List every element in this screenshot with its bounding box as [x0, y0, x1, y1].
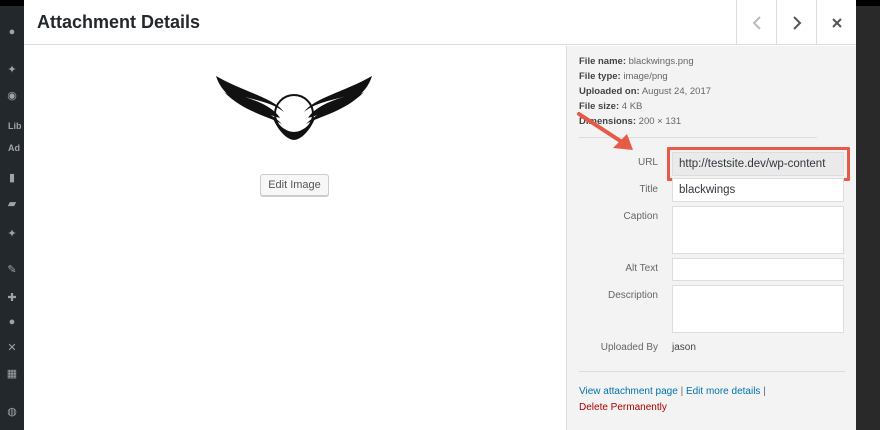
delete-permanently-link[interactable]: Delete Permanently: [579, 402, 667, 413]
overlay-right: [856, 6, 880, 430]
plugin-b-icon: ◍: [7, 406, 17, 418]
title-label: Title: [639, 184, 658, 195]
uploaded-by-value: jason: [672, 342, 696, 353]
pages-icon: ▮: [8, 172, 16, 184]
uploaded-on-value: August 24, 2017: [641, 86, 712, 97]
users-icon: ●: [8, 316, 16, 328]
plugins-icon: ✚: [7, 292, 17, 304]
view-attachment-link[interactable]: View attachment page: [579, 386, 678, 397]
caption-field[interactable]: [672, 206, 844, 254]
modal-header: Attachment Details: [24, 0, 856, 45]
file-name-value: blackwings.png: [628, 56, 694, 67]
media-icon: ◉: [7, 90, 17, 102]
attachment-modal: Attachment Details Edit Image File name:…: [24, 0, 856, 430]
caption-label: Caption: [623, 211, 658, 222]
uploaded-on-row: Uploaded on: August 24, 2017: [579, 86, 712, 97]
modal-title: Attachment Details: [37, 12, 201, 32]
uploaded-by-label: Uploaded By: [600, 342, 658, 353]
admin-sidebar: ● ✦ ◉ Lib Ad ▮ ▰ ✦ ✎ ✚ ● ✕ ▦ ◍: [0, 6, 24, 430]
divider-bottom: [579, 371, 845, 372]
blackwings-image: [216, 76, 372, 140]
file-type-value: image/png: [623, 71, 668, 82]
chevron-right-icon: [792, 15, 801, 30]
file-name-row: File name: blackwings.png: [579, 56, 694, 67]
description-field[interactable]: [672, 285, 844, 333]
edit-more-details-link[interactable]: Edit more details: [686, 386, 760, 397]
tools-icon: ✕: [7, 342, 17, 354]
file-type-row: File type: image/png: [579, 71, 668, 82]
previous-button[interactable]: [736, 0, 776, 45]
alt-text-label: Alt Text: [625, 263, 658, 274]
chevron-left-icon: [752, 15, 761, 30]
next-button[interactable]: [776, 0, 816, 45]
admin-sidebar-lib: Lib: [8, 121, 22, 131]
pin2-icon: ✦: [7, 228, 17, 240]
comments-icon: ▰: [7, 198, 17, 210]
dimensions-value: 200 × 131: [638, 116, 682, 127]
attachment-details-sidebar: File name: blackwings.png File type: ima…: [566, 46, 856, 430]
annotation-arrow-icon: [577, 112, 633, 150]
separator: |: [763, 386, 766, 397]
close-icon: [831, 17, 842, 28]
appearance-icon: ✎: [7, 264, 17, 276]
pin-icon: ✦: [7, 64, 17, 76]
separator: |: [680, 386, 684, 397]
title-field[interactable]: [672, 178, 844, 202]
edit-image-button[interactable]: Edit Image: [260, 174, 329, 196]
description-label: Description: [607, 290, 658, 301]
attachment-actions: View attachment page | Edit more details…: [579, 384, 766, 416]
media-preview-area: Edit Image: [24, 46, 566, 430]
settings-icon: ▦: [6, 368, 18, 380]
dashboard-icon: ●: [8, 26, 16, 38]
url-highlight-box: [667, 147, 850, 181]
close-button[interactable]: [816, 0, 856, 45]
admin-sidebar-add: Ad: [8, 143, 20, 153]
url-label: URL: [637, 157, 658, 168]
alt-text-field[interactable]: [672, 258, 844, 281]
